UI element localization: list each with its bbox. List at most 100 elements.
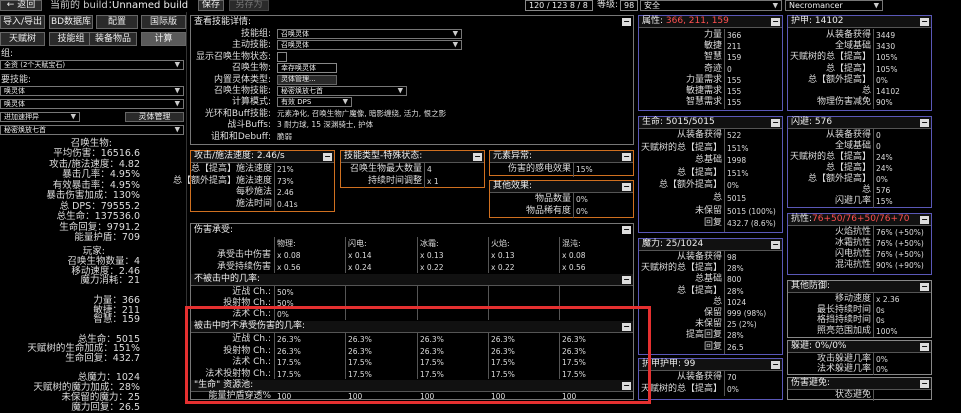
collapse-icon[interactable]: − — [920, 380, 929, 388]
collapse-icon[interactable]: − — [771, 18, 780, 26]
level-input[interactable]: 98 — [620, 0, 638, 11]
damage-type-header: 混沌: — [562, 239, 581, 248]
minion-stat-value: 79555.2 — [100, 200, 140, 212]
ascendancy-dropdown[interactable]: Necromancer ▼ — [785, 0, 883, 11]
column-divider — [417, 286, 418, 320]
unhit-row-value: 17.5% — [491, 369, 515, 379]
other-effects-title: 其他效果: — [490, 181, 633, 193]
column-divider — [724, 129, 725, 232]
damage-taken-section: 伤害承受: − 物理: 闪电: 冰霜: 火焰: 混沌: 承受击中伤害 x 0.08 x 0.1… — [190, 223, 634, 401]
save-as-button[interactable]: 另存为 — [229, 0, 269, 11]
evasion-stat-label: 天赋树的总【提高】 — [789, 152, 871, 162]
collapse-icon[interactable]: − — [920, 283, 929, 291]
spectre-type-button[interactable]: 灵体管理... — [277, 74, 337, 85]
nav-build-db[interactable]: BD数据库 — [49, 15, 93, 29]
collapse-icon[interactable]: − — [622, 153, 631, 161]
not-hit-label: 法术 Ch.: — [232, 309, 271, 320]
resist-stat-value: 76% (+50%) — [876, 228, 924, 237]
collapse-icon[interactable]: − — [622, 276, 631, 284]
detail-dropdown[interactable]: 召唤灵体 ▼ — [277, 29, 462, 39]
unhit-row-value: 26.3% — [348, 335, 372, 344]
attribute-stat-label: 敏捷 — [703, 41, 722, 52]
collapse-icon[interactable]: − — [920, 18, 929, 26]
collapse-icon[interactable]: − — [920, 119, 929, 127]
dodge-section: 躲避: 0%/0% − 攻击躲避几率 0% 法术躲避几率 0% — [787, 340, 932, 375]
resist-stat-value: 76% (+50%) — [876, 239, 924, 248]
spectre-manage-button[interactable]: 灵体管理 — [125, 112, 184, 122]
collapse-icon[interactable]: − — [622, 18, 631, 26]
mana-stat-value: 1024 — [727, 297, 747, 307]
collapse-icon[interactable]: − — [920, 216, 929, 224]
skilltype-stat-value: 4 — [427, 165, 432, 174]
mana-stat-value: 98 — [727, 253, 737, 262]
nav-international[interactable]: 国际版 — [141, 15, 186, 29]
other-defence-stat-label: 移动速度 — [834, 294, 871, 304]
life-stat-label: 总基础 — [694, 155, 722, 166]
collapse-icon[interactable]: − — [771, 119, 780, 127]
armour-stat-label: 天赋树的总【提高】 — [789, 52, 871, 63]
detail-dropdown[interactable]: 秘密焕放七首 ▼ — [277, 86, 407, 96]
skilltype-stat-value: x 1 — [427, 176, 439, 186]
collapse-icon[interactable]: − — [622, 323, 631, 331]
life-stat-label: 回复 — [703, 218, 722, 229]
collapse-icon[interactable]: − — [622, 382, 631, 390]
minion-field[interactable]: 幸存唤灵体 — [277, 63, 337, 74]
skill-type-title: 技能类型-特殊状态: — [341, 151, 484, 163]
column-divider — [873, 293, 874, 337]
attribute-stat-label: 力量需求 — [685, 74, 722, 85]
main-skill-dropdown[interactable]: 唤灵体 ▼ — [0, 86, 184, 96]
tab-calcs[interactable]: 计算 — [141, 32, 186, 46]
collapse-icon[interactable]: − — [622, 183, 631, 191]
show-minion-checkbox[interactable] — [277, 51, 287, 62]
evasion-stat-label: 总 — [861, 185, 871, 195]
armour-2-title: 护甲护甲: 99 — [639, 359, 782, 371]
unhit-row-value: 17.5% — [562, 358, 586, 367]
detail-dropdown[interactable]: 召唤灵体 ▼ — [277, 40, 462, 51]
column-divider — [417, 237, 418, 273]
column-divider — [345, 237, 346, 273]
tab-skills[interactable]: 技能组 — [49, 32, 93, 46]
tab-tree[interactable]: 天赋树 — [0, 32, 45, 46]
armour2-stat-label: 从装备获得 — [676, 372, 722, 382]
nav-config[interactable]: 配置 — [96, 15, 138, 29]
mana-stat-label: 提高回复 — [685, 330, 722, 341]
skill-part-dropdown[interactable]: 唤灵体 ▼ — [0, 99, 184, 109]
attributes-title: 属性: 366, 211, 159 — [639, 16, 782, 28]
unhit-row-value: 26.3% — [277, 335, 301, 344]
attack-stat-label: 总【额外提高】施法速度 — [172, 175, 272, 186]
collapse-icon[interactable]: − — [323, 153, 332, 161]
minion-dropdown[interactable]: 进加速押异 ▼ — [0, 112, 80, 122]
collapse-icon[interactable]: − — [920, 343, 929, 351]
unhit-row-value: 17.5% — [348, 358, 372, 367]
attribute-stat-value: 155 — [727, 87, 742, 96]
collapse-icon[interactable]: − — [771, 241, 780, 249]
nav-import-export[interactable]: 导入/导出 — [0, 15, 45, 29]
detail-label: 诅和和Debuff: — [210, 131, 271, 142]
collapse-icon[interactable]: − — [622, 226, 631, 234]
other-defence-stat-value: x 2.36 — [876, 295, 900, 304]
life-stat-value: 432.7 (8.6%) — [727, 219, 776, 229]
collapse-icon[interactable]: − — [771, 361, 780, 369]
group-dropdown[interactable]: 全资 (2个天赋宝石) ▼ — [0, 60, 184, 70]
column-divider — [559, 286, 560, 320]
detail-dropdown[interactable]: 有效 DPS ▼ — [277, 97, 352, 108]
tab-items[interactable]: 装备物品 — [89, 32, 137, 46]
class-dropdown[interactable]: 安全 ▼ — [640, 0, 782, 11]
minion-skill-dropdown[interactable]: 秘密焕放七首 ▼ — [0, 125, 184, 135]
dodge-title: 躲避: 0%/0% — [788, 341, 931, 353]
other-defence-stat-label: 格挡持续时间 — [816, 315, 871, 325]
collapse-icon[interactable]: − — [473, 153, 482, 161]
player-stat-row: 生命回复：432.7 — [0, 354, 140, 364]
level-label: 等级: — [597, 0, 619, 10]
detail-label: 显示召唤生物状态: — [195, 51, 271, 62]
chevron-down-icon: ▼ — [70, 112, 76, 121]
mana-section: 魔力: 25/1024 − 从装备获得 98 天赋树的总【提高】 28% 总基础 800 总… — [638, 238, 783, 355]
detail-label: 主动技能: — [231, 40, 271, 51]
resist-stat-value: 90% (+90%) — [876, 261, 924, 270]
back-button[interactable]: ← 返回 — [0, 0, 42, 11]
save-button[interactable]: 保存 — [198, 0, 224, 11]
not-hit-title: 不被击中的几率: — [191, 274, 633, 286]
minion-value: 进加速押异 — [4, 112, 39, 121]
unhit-damage-title: 被击中时不承受伤害的几率: — [191, 321, 633, 333]
life-stat-label: 总 — [712, 193, 722, 203]
